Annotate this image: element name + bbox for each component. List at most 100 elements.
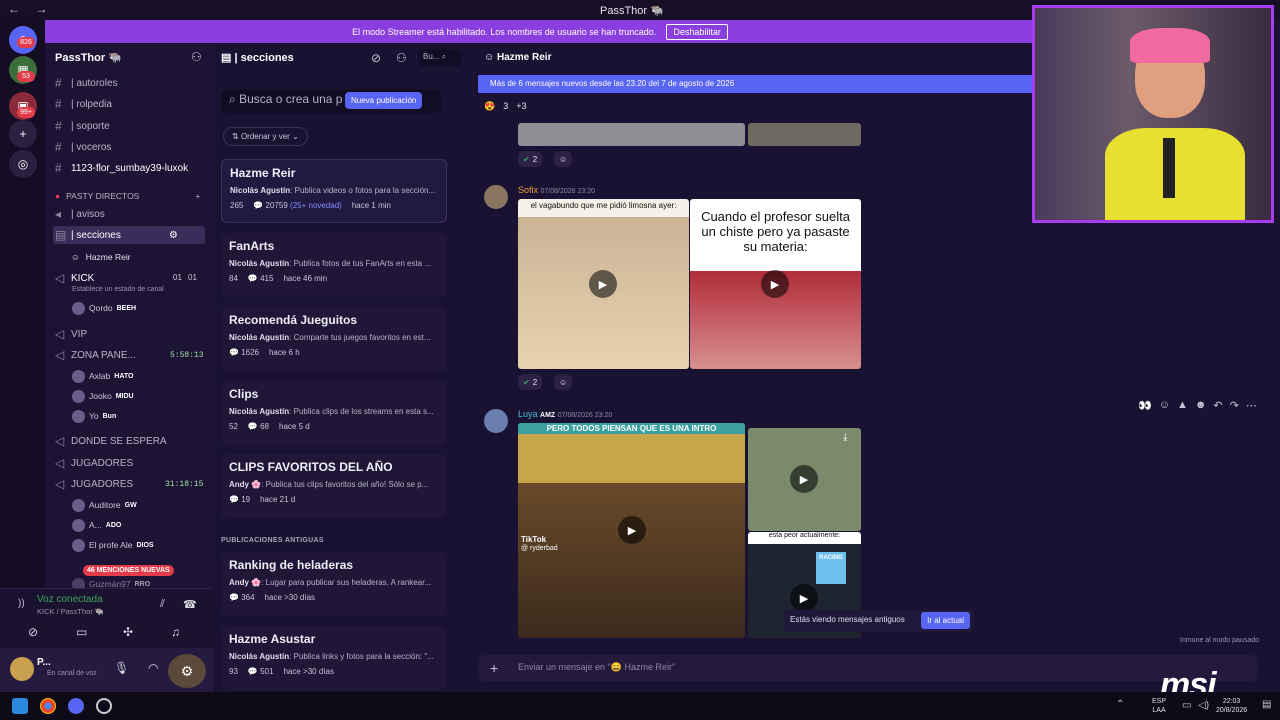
reaction-check[interactable]: ✔ 2 bbox=[518, 151, 543, 167]
avatar[interactable] bbox=[10, 657, 34, 681]
tray-chevron-icon[interactable]: ⌃ bbox=[1116, 699, 1124, 710]
poop-icon[interactable]: ▲ bbox=[1177, 399, 1188, 412]
channel-secciones[interactable]: ▤ | secciones ⚙ bbox=[53, 226, 205, 244]
screen-share-icon[interactable]: ▭ bbox=[76, 625, 87, 639]
windows-start-icon[interactable] bbox=[12, 698, 28, 714]
voice-user-auditore[interactable]: Auditore GW bbox=[72, 497, 137, 513]
disable-button[interactable]: Deshabilitar bbox=[666, 23, 728, 40]
new-post-button[interactable]: Nueva publicación bbox=[345, 92, 423, 109]
clock[interactable]: 22:03 20/8/2026 bbox=[1216, 697, 1247, 715]
add-reaction-icon[interactable]: ☺ bbox=[554, 151, 573, 167]
voice-user-axlab[interactable]: Axlab HATO bbox=[72, 368, 133, 384]
new-messages-bar[interactable]: Más de 6 mensajes nuevos desde las 23:20… bbox=[478, 75, 1033, 93]
channel-voceros[interactable]: # | voceros bbox=[55, 138, 111, 156]
header-search[interactable]: Bu... ⌕ bbox=[419, 49, 461, 66]
soundboard-icon[interactable]: ♫ bbox=[171, 625, 180, 639]
forum-post[interactable]: FanArts Nicolás Agustín: Publica fotos d… bbox=[221, 233, 447, 297]
channel-autoroles[interactable]: # | autoroles bbox=[55, 74, 118, 92]
voice-kick[interactable]: ◁ KICK bbox=[55, 269, 94, 287]
forum-post[interactable]: Recomendá Jueguitos Nicolás Agustín: Com… bbox=[221, 307, 447, 371]
forum-icon: ▤ bbox=[55, 228, 67, 242]
activity-icon[interactable]: ✣ bbox=[123, 625, 133, 639]
voice-user-a[interactable]: A... ADO bbox=[72, 517, 121, 533]
add-channel-icon[interactable]: + bbox=[195, 191, 200, 201]
voice-user-qordo[interactable]: Qordo BEEH bbox=[72, 300, 136, 316]
volume-icon[interactable]: ◁) bbox=[1198, 700, 1209, 711]
forum-post[interactable]: CLIPS FAVORITOS DEL AÑO Andy 🌸: Publica … bbox=[221, 454, 447, 518]
server-name[interactable]: PassThor 🐃 bbox=[55, 51, 122, 64]
language-indicator[interactable]: ESP LAA bbox=[1152, 697, 1166, 715]
disconnect-icon[interactable]: ☎ bbox=[183, 598, 197, 611]
avatar[interactable] bbox=[484, 185, 508, 209]
more-icon[interactable]: ⋯ bbox=[1246, 399, 1257, 412]
attach-plus-icon[interactable]: + bbox=[490, 660, 498, 676]
noise-icon[interactable]: ⫽ bbox=[160, 598, 165, 611]
explore-icon[interactable]: ◎ bbox=[9, 150, 37, 178]
notifications-off-icon[interactable]: ⊘ bbox=[371, 51, 381, 65]
video-attachment[interactable]: PERO TODOS PIENSAN QUE ES UNA INTRO ▶ Ti… bbox=[518, 423, 745, 638]
members-icon[interactable]: ⚇ bbox=[396, 51, 407, 65]
play-icon[interactable]: ▶ bbox=[790, 584, 818, 612]
user-name: P... bbox=[37, 657, 51, 668]
add-server-icon[interactable]: + bbox=[9, 120, 37, 148]
forum-post[interactable]: Clips Nicolás Agustín: Publica clips de … bbox=[221, 381, 447, 445]
play-icon[interactable]: ▶ bbox=[790, 465, 818, 493]
video-attachment[interactable]: Cuando el profesor suelta un chiste pero… bbox=[690, 199, 861, 369]
settings-icon[interactable]: ⚙ bbox=[169, 230, 178, 241]
channel-rolpedia[interactable]: # | rolpedia bbox=[55, 95, 112, 113]
chrome-icon[interactable] bbox=[40, 698, 56, 714]
play-icon[interactable]: ▶ bbox=[618, 516, 646, 544]
add-reaction-icon[interactable]: ☻ bbox=[1195, 399, 1207, 412]
post-snippet: Nicolás Agustín: Publica fotos de tus Fa… bbox=[229, 259, 432, 268]
forum-post[interactable]: Hazme Reir Nicolás Agustín: Publica vide… bbox=[221, 159, 447, 223]
headphones-icon[interactable]: ◠ bbox=[148, 661, 158, 675]
voice-location[interactable]: KICK / PassThor 🐃 bbox=[37, 607, 104, 616]
network-icon[interactable]: ▭ bbox=[1182, 700, 1191, 711]
voice-donde-se-espera[interactable]: ◁ DONDE SE ESPERA bbox=[55, 432, 167, 450]
nav-arrows[interactable]: ← → bbox=[8, 2, 53, 16]
play-icon[interactable]: ▶ bbox=[589, 270, 617, 298]
reaction-row[interactable]: 😍 3 +3 bbox=[484, 101, 527, 112]
video-attachment[interactable]: ▶ ⤓ bbox=[748, 428, 861, 531]
eyes-icon[interactable]: 👀 bbox=[1138, 399, 1152, 412]
voice-user-jooko[interactable]: Jooko MIDU bbox=[72, 388, 134, 404]
jump-to-present-button[interactable]: Ir al actual bbox=[921, 612, 970, 629]
video-caption: el vagabundo que me pidió limosna ayer: bbox=[530, 201, 677, 210]
forward-icon[interactable]: ↷ bbox=[1230, 399, 1239, 412]
download-icon[interactable]: ⤓ bbox=[843, 432, 847, 443]
voice-jugadores-2[interactable]: ◁ JUGADORES bbox=[55, 475, 133, 493]
check-icon: ✔ bbox=[523, 377, 530, 387]
sort-dropdown[interactable]: ⇅ Ordenar y ver ⌄ bbox=[223, 127, 308, 146]
avatar[interactable] bbox=[484, 409, 508, 433]
channel-status[interactable]: Establece un estado de canal bbox=[72, 286, 164, 293]
image-thumbnail[interactable] bbox=[748, 123, 861, 146]
voice-user-profe[interactable]: El profe Ale DIOS bbox=[72, 537, 154, 553]
discord-icon[interactable] bbox=[68, 698, 84, 714]
microphone-icon[interactable]: 🎙 bbox=[114, 661, 129, 675]
play-icon[interactable]: ▶ bbox=[761, 270, 789, 298]
settings-icon[interactable]: ⚙ bbox=[168, 654, 206, 688]
channel-avisos[interactable]: ◂ | avisos bbox=[55, 205, 105, 223]
message-input[interactable]: Enviar un mensaje en "😄 Hazme Reir" bbox=[478, 655, 1258, 681]
voice-zona[interactable]: ◁ ZONA PANE... bbox=[55, 346, 136, 364]
thread-hazme-reir[interactable]: ☺ Hazme Reir bbox=[71, 248, 131, 266]
reaction-check[interactable]: ✔ 2 bbox=[518, 374, 543, 390]
image-thumbnail[interactable] bbox=[518, 123, 745, 146]
notifications-icon[interactable]: ▤ bbox=[1262, 699, 1271, 710]
obs-icon[interactable] bbox=[96, 698, 112, 714]
forum-post[interactable]: Hazme Asustar Nicolás Agustín: Publica l… bbox=[221, 626, 447, 690]
mentions-pill[interactable]: 46 MENCIONES NUEVAS bbox=[83, 565, 174, 576]
category-pasty-directos[interactable]: ● PASTY DIRECTOS + bbox=[55, 187, 200, 205]
channel-flor[interactable]: #1123-flor_sumbay39-luxok bbox=[55, 159, 188, 177]
laugh-icon[interactable]: ☺ bbox=[1159, 399, 1170, 412]
voice-user-yo[interactable]: Yo Bun bbox=[72, 408, 116, 424]
reply-icon[interactable]: ↶ bbox=[1213, 399, 1222, 412]
voice-vip[interactable]: ◁ VIP bbox=[55, 325, 87, 343]
channel-soporte[interactable]: # | soporte bbox=[55, 117, 110, 135]
video-attachment[interactable]: el vagabundo que me pidió limosna ayer: … bbox=[518, 199, 689, 369]
forum-post[interactable]: Ranking de heladeras Andy 🌸: Lugar para … bbox=[221, 552, 447, 616]
add-member-icon[interactable]: ⚇ bbox=[191, 50, 202, 64]
add-reaction-icon[interactable]: ☺ bbox=[554, 374, 573, 390]
camera-off-icon[interactable]: ⊘ bbox=[28, 625, 38, 639]
voice-jugadores-1[interactable]: ◁ JUGADORES bbox=[55, 454, 133, 472]
